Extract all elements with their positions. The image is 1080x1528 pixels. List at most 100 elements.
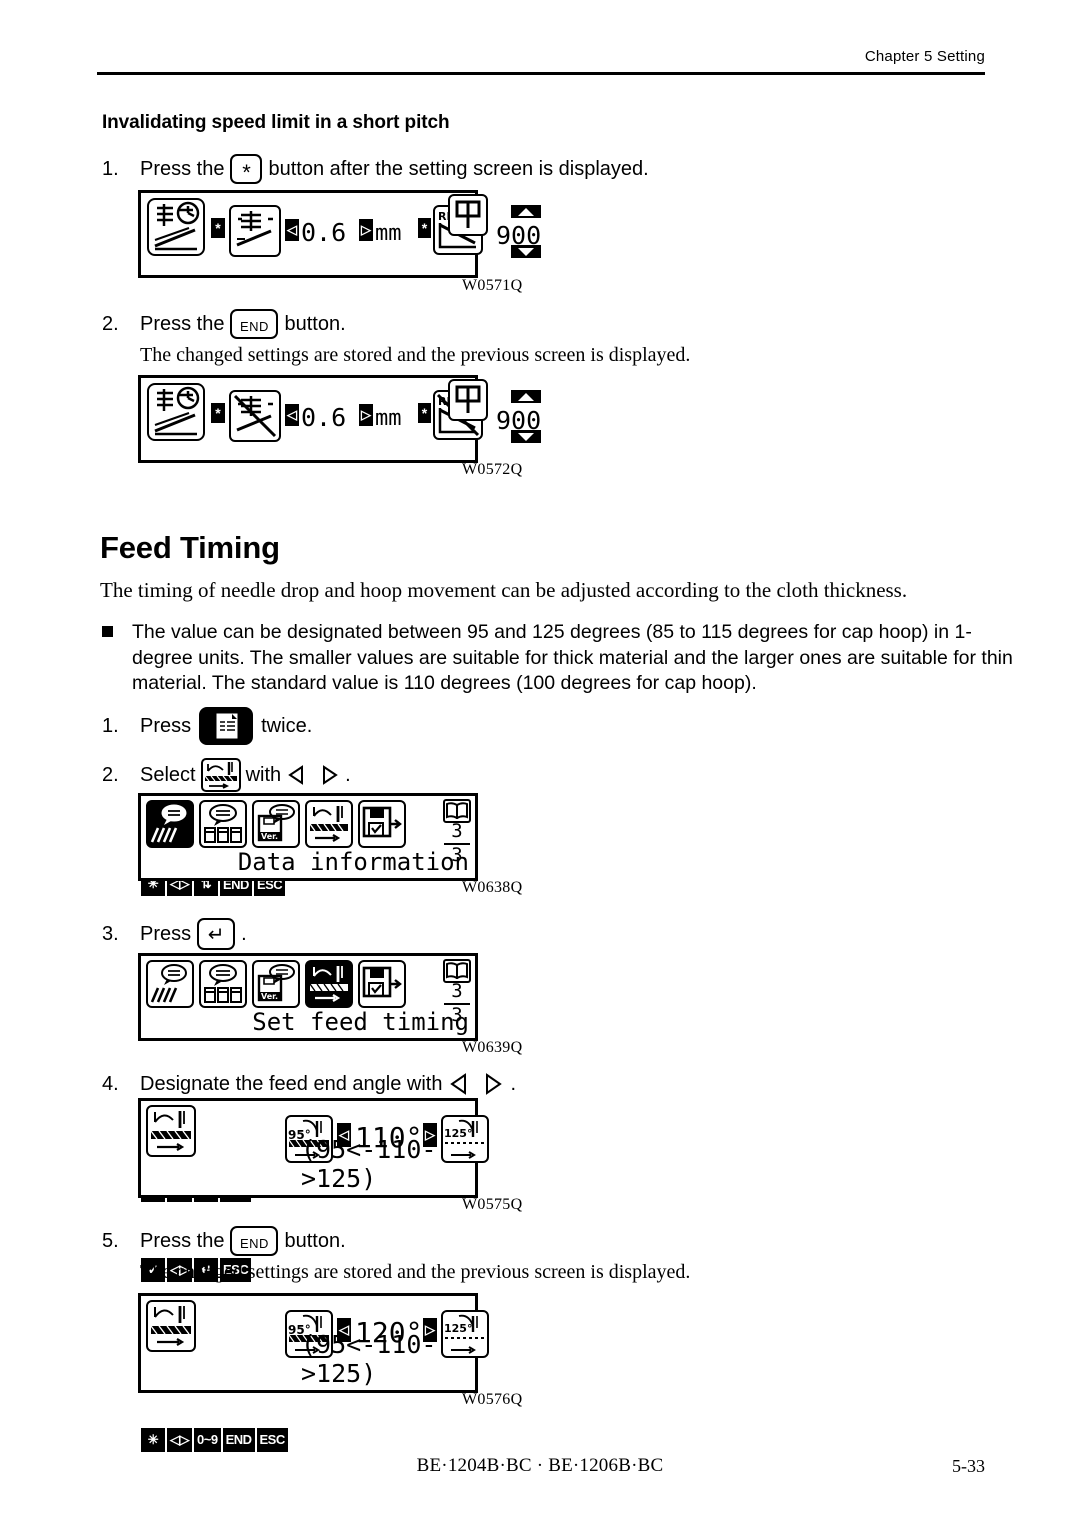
footer-page-number: 5-33 — [952, 1456, 985, 1476]
step-text-after: . — [510, 1072, 517, 1095]
menu-title: Data information — [237, 848, 469, 876]
step-note-short-pitch-2: The changed settings are stored and the … — [140, 344, 691, 366]
star-marker-1: * — [211, 218, 225, 238]
feed-timing-icon — [146, 1105, 196, 1157]
figure-ref-W0572Q: W0572Q — [462, 461, 523, 478]
figure-ref-W0571Q: W0571Q — [462, 277, 523, 294]
arrow-right-icon[interactable] — [318, 764, 340, 786]
softkey-bar-W0576Q: ✳ ◁▷ 0~9 END ESC — [141, 1355, 288, 1524]
step-text-before: Press the — [140, 157, 225, 180]
feed-angle-range-text: (95<-110->125) — [301, 1135, 437, 1193]
decrease-arrow-marker[interactable]: ◁ — [285, 404, 299, 426]
step-number: 1. — [102, 157, 119, 180]
step-text-before: Press — [140, 714, 192, 737]
needle-data-icon[interactable] — [146, 960, 194, 1008]
svg-text:Ver.: Ver. — [261, 992, 278, 1001]
enter-key-cap[interactable]: ↵ — [197, 918, 236, 950]
step-text-mid: with — [245, 763, 282, 786]
figure-ref-W0576Q: W0576Q — [462, 1391, 523, 1408]
step-feed-timing-4: 4. Designate the feed end angle with . — [102, 1072, 516, 1096]
page-current: 3 — [451, 820, 463, 842]
thread-data-icon[interactable] — [199, 960, 247, 1008]
decrease-arrow-marker[interactable]: ◁ — [285, 219, 299, 241]
step-note-feed-timing-5: The changed settings are stored and the … — [140, 1261, 691, 1283]
softkey-esc[interactable]: ESC — [256, 1427, 288, 1452]
figure-ref-W0638Q: W0638Q — [462, 879, 523, 896]
figure-ref-W0639Q: W0639Q — [462, 1039, 523, 1056]
increase-arrow-marker[interactable]: ▷ — [359, 219, 373, 241]
pitch-unit: mm — [375, 221, 402, 246]
increase-arrow-marker[interactable]: ▷ — [359, 404, 373, 426]
step-number: 1. — [102, 714, 119, 737]
rpm-up-button[interactable] — [511, 390, 541, 403]
subsection-heading-short-pitch: Invalidating speed limit in a short pitc… — [102, 112, 450, 133]
section-intro-feed-timing: The timing of needle drop and hoop movem… — [100, 578, 908, 602]
header-divider — [97, 72, 985, 75]
arrow-left-icon[interactable] — [447, 1072, 471, 1096]
feed-timing-icon — [146, 1300, 196, 1352]
step-text-before: Designate the feed end angle with — [140, 1072, 443, 1095]
manual-page: Chapter 5 Setting Invalidating speed lim… — [0, 0, 1080, 1528]
step-number: 3. — [102, 922, 119, 945]
star-marker-2: * — [418, 218, 431, 238]
page-header-chapter: Chapter 5 Setting — [864, 48, 985, 65]
step-text-before: Press the — [140, 1229, 225, 1252]
thread-data-icon[interactable] — [199, 800, 247, 848]
needle-bar-icon — [448, 379, 488, 421]
menu-title: Set feed timing — [252, 1008, 469, 1036]
arrow-right-icon[interactable] — [481, 1072, 505, 1096]
step-text-after: twice. — [261, 714, 313, 737]
step-number: 2. — [102, 312, 119, 335]
data-output-icon[interactable] — [358, 800, 406, 848]
step-text-after: . — [241, 922, 247, 945]
bullet-text: The value can be designated between 95 a… — [132, 621, 1013, 695]
step-number: 5. — [102, 1229, 119, 1252]
step-text-before: Press — [140, 922, 192, 945]
data-output-icon[interactable] — [358, 960, 406, 1008]
feed-angle-range-text: (95<-110->125) — [301, 1330, 437, 1388]
step-number: 4. — [102, 1072, 119, 1095]
step-text-after: button. — [284, 1229, 346, 1252]
step-feed-timing-5: 5. Press the END button. — [102, 1226, 346, 1256]
feed-timing-icon[interactable] — [305, 800, 353, 848]
step-number: 2. — [102, 763, 119, 786]
rpm-down-button[interactable] — [511, 430, 541, 443]
feed-timing-icon[interactable] — [305, 960, 353, 1008]
softkey-left-right[interactable]: ◁▷ — [167, 1427, 192, 1452]
feed-timing-icon[interactable] — [200, 758, 241, 792]
softkey-end[interactable]: END — [222, 1427, 255, 1452]
step-text-after: button after the setting screen is displ… — [268, 157, 649, 180]
document-settings-icon[interactable] — [199, 707, 254, 745]
page-current: 3 — [451, 980, 463, 1002]
end-key-cap[interactable]: END — [230, 1226, 279, 1256]
bullet-square-marker — [102, 626, 113, 637]
needle-bar-icon — [448, 194, 488, 236]
star-key-cap[interactable]: * — [230, 154, 263, 184]
pitch-unit: mm — [375, 406, 402, 431]
version-data-icon[interactable]: Ver. — [252, 960, 300, 1008]
figure-ref-W0575Q: W0575Q — [462, 1196, 523, 1213]
footer-model-numbers: BE·1204B·BC · BE·1206B·BC — [416, 1455, 664, 1476]
rpm-stepper[interactable] — [511, 205, 541, 218]
pitch-value: 0.6 — [301, 218, 347, 247]
step-feed-timing-2: 2. Select with . — [102, 758, 351, 792]
arrow-left-icon[interactable] — [286, 764, 308, 786]
end-key-cap[interactable]: END — [230, 309, 279, 339]
svg-text:Ver.: Ver. — [261, 832, 278, 841]
feed-timing-bullet: The value can be designated between 95 a… — [100, 620, 1030, 697]
needle-data-icon[interactable] — [146, 800, 194, 848]
step-text-after: . — [345, 763, 351, 786]
step-text-before: Press the — [140, 312, 225, 335]
softkey-numeric[interactable]: 0~9 — [194, 1427, 221, 1452]
step-feed-timing-3: 3. Press ↵ . — [102, 918, 247, 950]
section-heading-feed-timing: Feed Timing — [100, 530, 280, 565]
rpm-up-button[interactable] — [511, 205, 541, 218]
step-feed-timing-1: 1. Press twice. — [102, 707, 312, 745]
softkey-star[interactable]: ✳ — [141, 1427, 165, 1452]
step-short-pitch-1: 1. Press the * button after the setting … — [102, 154, 649, 184]
version-data-icon[interactable]: Ver. — [252, 800, 300, 848]
step-short-pitch-2: 2. Press the END button. — [102, 309, 346, 339]
rpm-down-button[interactable] — [511, 245, 541, 258]
star-marker-2: * — [418, 403, 431, 423]
step-text-before: Select — [140, 763, 196, 786]
